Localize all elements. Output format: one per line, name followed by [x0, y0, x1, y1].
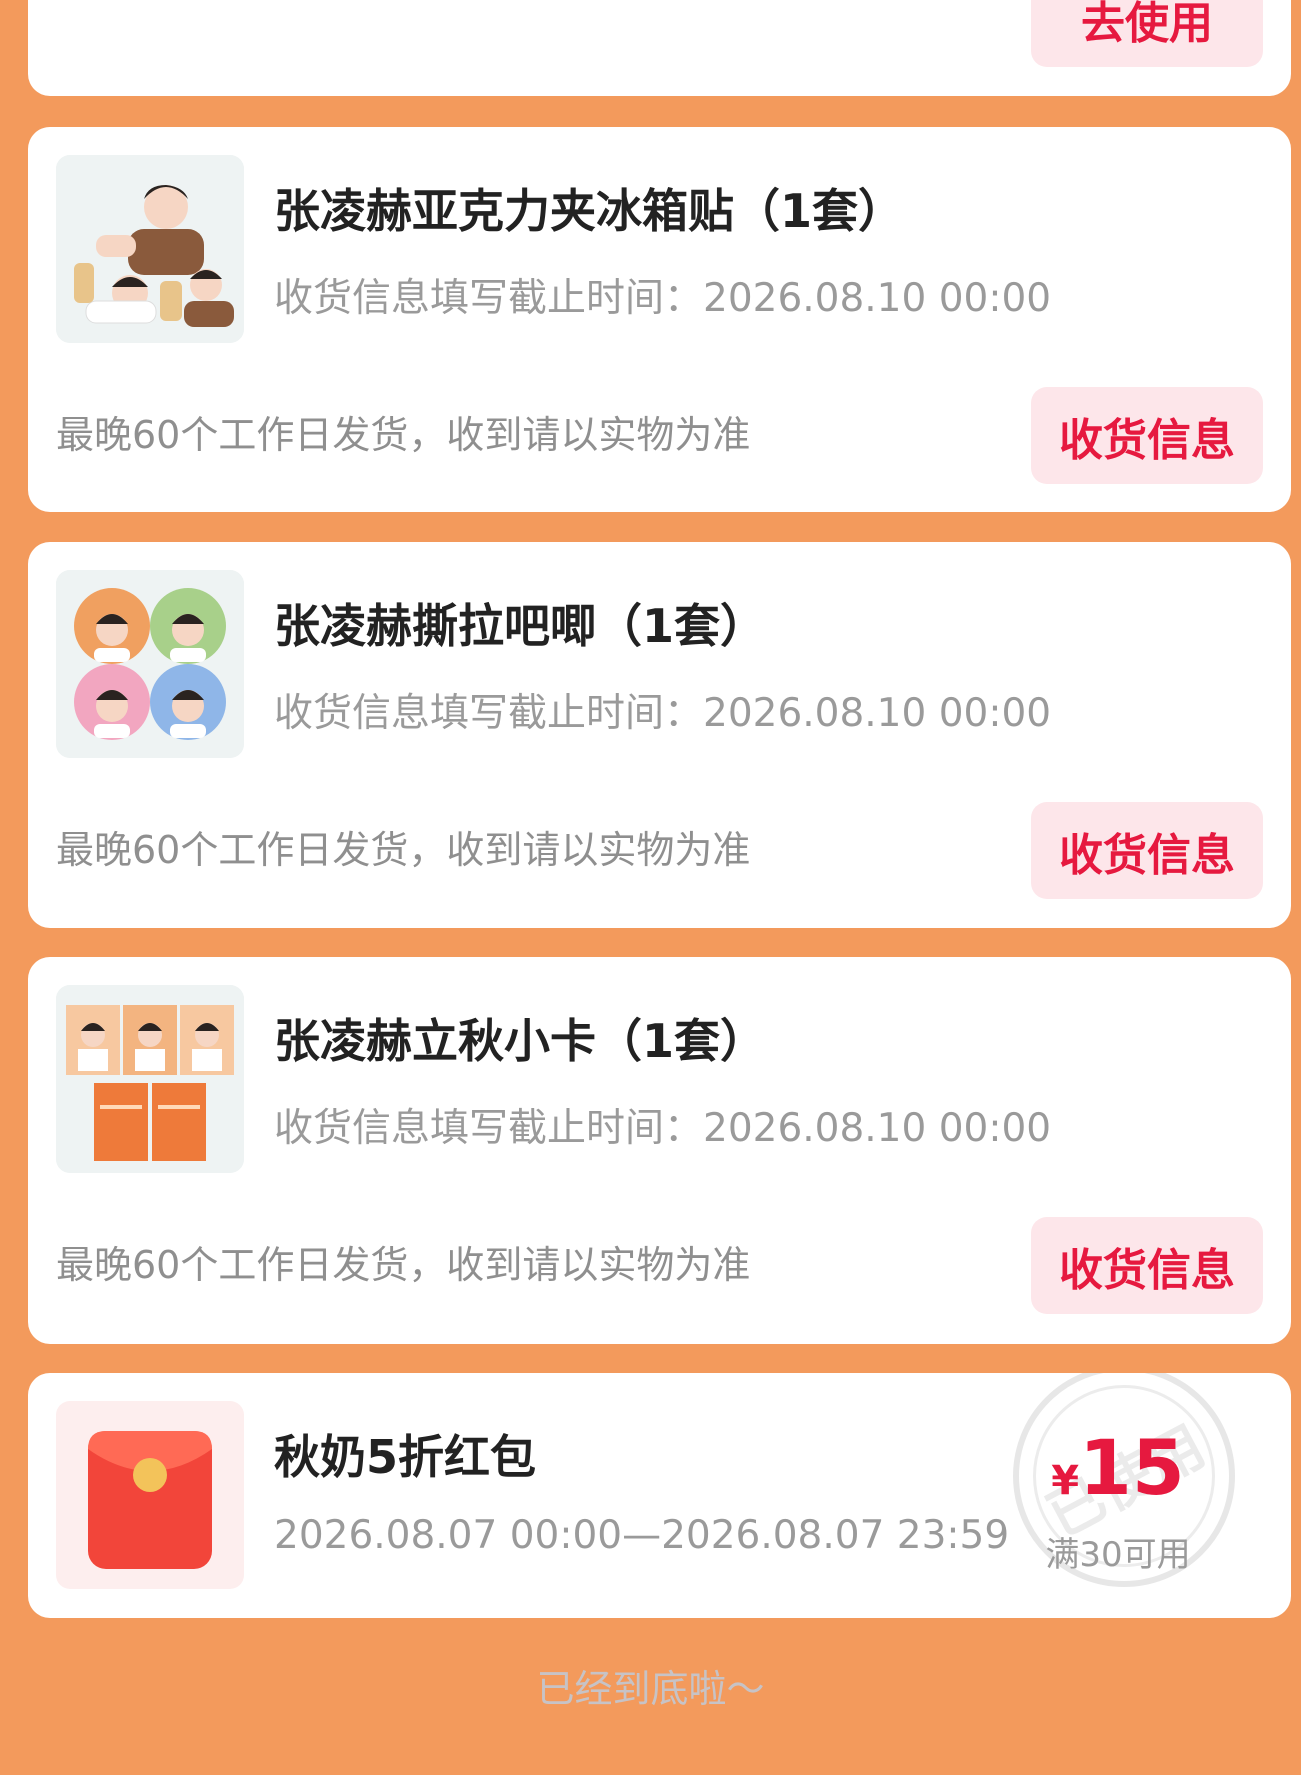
- shipping-note: 最晚60个工作日发货，收到请以实物为准: [56, 828, 751, 872]
- red-packet-icon: [88, 1431, 212, 1569]
- coupon-card: 秋奶5折红包 2026.08.07 00:00—2026.08.07 23:59…: [28, 1373, 1291, 1618]
- use-button[interactable]: 去使用: [1031, 0, 1263, 67]
- coupon-thumbnail: [56, 1401, 244, 1589]
- end-of-list-text: 已经到底啦～: [536, 1667, 765, 1711]
- coupon-amount: ¥15: [1051, 1423, 1185, 1512]
- product-thumbnail: [56, 570, 244, 758]
- prize-title: 张凌赫撕拉吧唧（1套）: [274, 599, 767, 653]
- prize-card: 张凌赫撕拉吧唧（1套） 收货信息填写截止时间：2026.08.10 00:00 …: [28, 542, 1291, 928]
- shipping-note: 最晚60个工作日发货，收到请以实物为准: [56, 1243, 751, 1287]
- top-partial-card: 去使用: [28, 0, 1291, 96]
- coupon-condition: 满30可用: [1045, 1535, 1191, 1575]
- prize-card: 张凌赫立秋小卡（1套） 收货信息填写截止时间：2026.08.10 00:00 …: [28, 957, 1291, 1344]
- acrylic-magnet-product-image: [56, 155, 244, 343]
- deadline-text: 收货信息填写截止时间：2026.08.10 00:00: [274, 1106, 1052, 1151]
- product-thumbnail: [56, 155, 244, 343]
- deadline-text: 收货信息填写截止时间：2026.08.10 00:00: [274, 276, 1052, 321]
- coupon-title: 秋奶5折红包: [274, 1430, 537, 1484]
- shipping-info-button[interactable]: 收货信息: [1031, 387, 1263, 484]
- currency-symbol: ¥: [1051, 1458, 1080, 1504]
- shipping-note: 最晚60个工作日发货，收到请以实物为准: [56, 413, 751, 457]
- photo-card-set-product-image: [56, 985, 244, 1173]
- badge-set-product-image: [56, 570, 244, 758]
- shipping-info-button[interactable]: 收货信息: [1031, 802, 1263, 899]
- product-thumbnail: [56, 985, 244, 1173]
- prize-title: 张凌赫立秋小卡（1套）: [274, 1014, 767, 1068]
- coupon-value: 15: [1079, 1423, 1185, 1512]
- deadline-text: 收货信息填写截止时间：2026.08.10 00:00: [274, 691, 1052, 736]
- coupon-validity: 2026.08.07 00:00—2026.08.07 23:59: [274, 1513, 1010, 1558]
- prize-card: 张凌赫亚克力夹冰箱贴（1套） 收货信息填写截止时间：2026.08.10 00:…: [28, 127, 1291, 512]
- prize-title: 张凌赫亚克力夹冰箱贴（1套）: [274, 184, 905, 238]
- shipping-info-button[interactable]: 收货信息: [1031, 1217, 1263, 1314]
